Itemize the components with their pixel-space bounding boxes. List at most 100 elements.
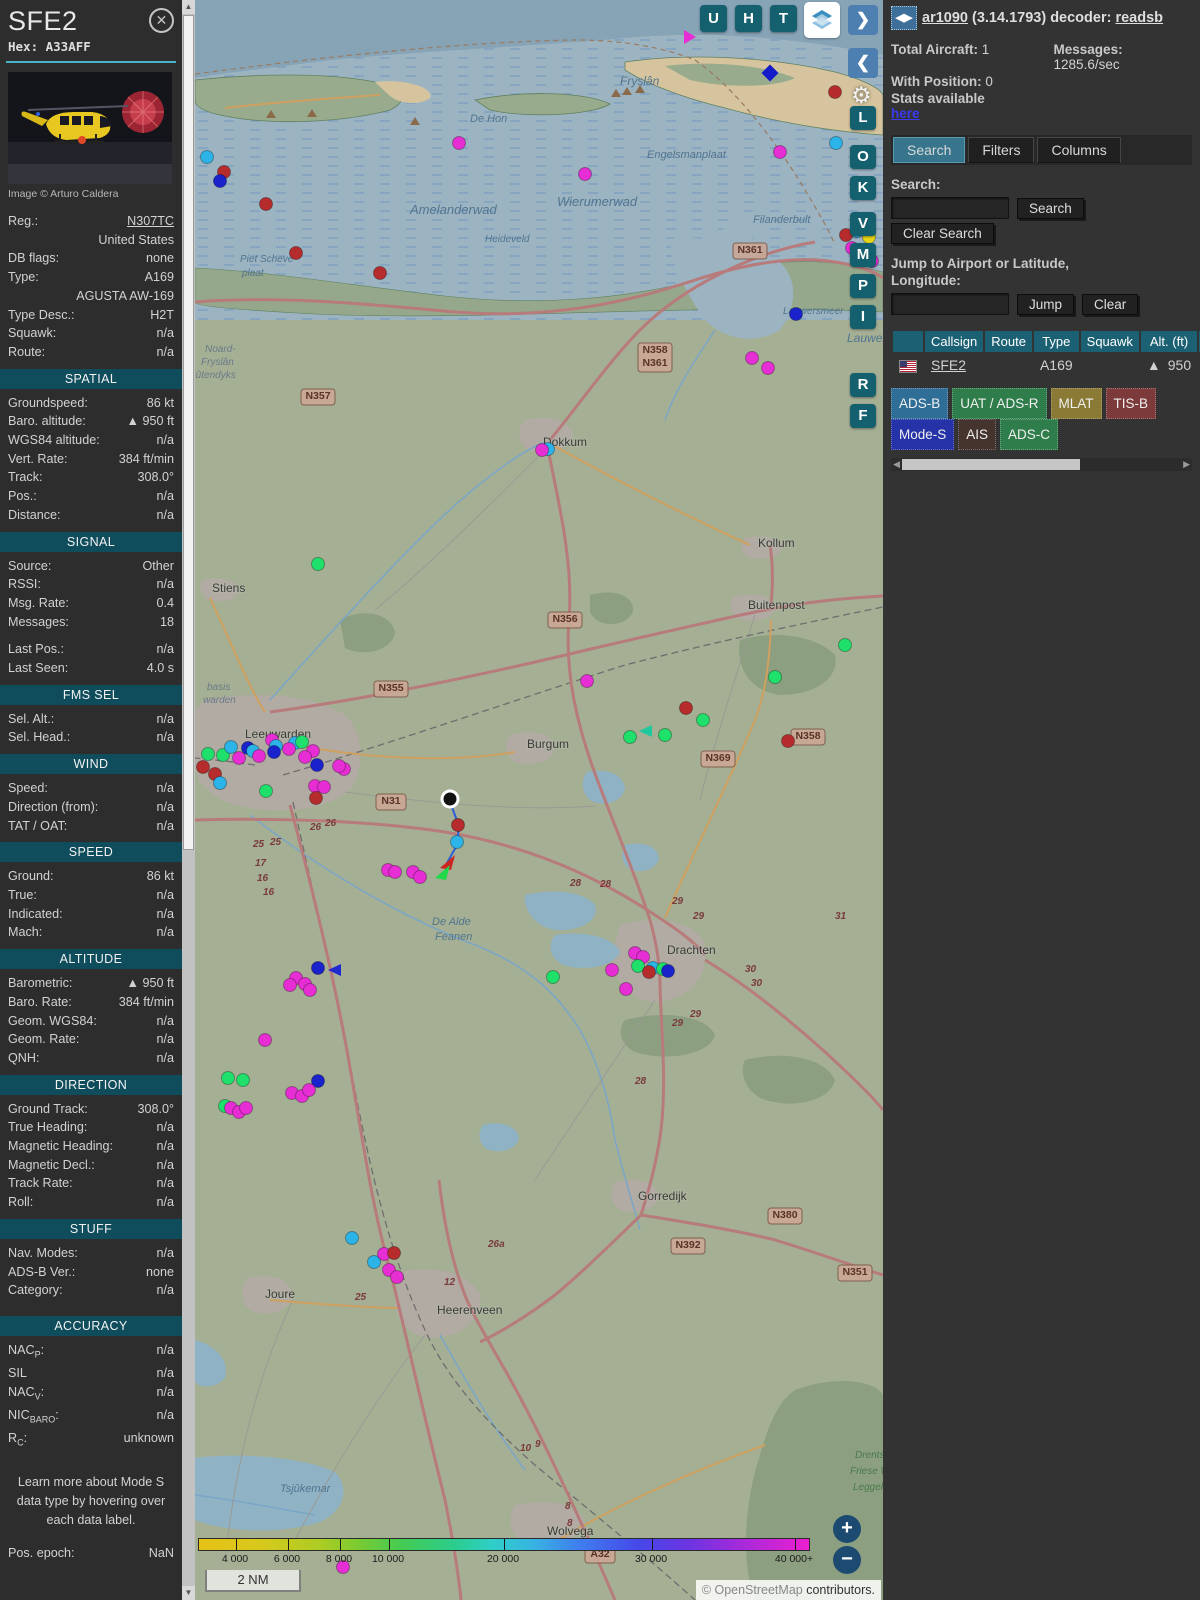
- settings-gear-icon[interactable]: ⚙: [851, 82, 872, 109]
- scrollbar-thumb[interactable]: [183, 15, 194, 850]
- aircraft-dot[interactable]: [679, 701, 693, 715]
- readsb-link[interactable]: readsb: [1115, 10, 1163, 26]
- aircraft-dot[interactable]: [258, 1033, 272, 1047]
- aircraft-dot[interactable]: [310, 758, 324, 772]
- selected-aircraft-marker[interactable]: [443, 792, 457, 806]
- aircraft-dot[interactable]: [252, 749, 266, 763]
- hscroll-thumb[interactable]: [902, 459, 1080, 470]
- scroll-up-icon[interactable]: ▲: [182, 0, 195, 14]
- aircraft-dot[interactable]: [213, 174, 227, 188]
- aircraft-dot[interactable]: [578, 167, 592, 181]
- aircraft-dot[interactable]: [317, 780, 331, 794]
- aircraft-dot[interactable]: [838, 638, 852, 652]
- aircraft-dot[interactable]: [450, 835, 464, 849]
- aircraft-dot[interactable]: [619, 982, 633, 996]
- aircraft-dot[interactable]: [267, 745, 281, 759]
- zoom-in-button[interactable]: +: [833, 1515, 861, 1543]
- callsign-link[interactable]: SFE2: [931, 357, 966, 373]
- panel-collapse-icon[interactable]: ◀▶: [891, 6, 917, 30]
- scroll-right-icon[interactable]: ▶: [1183, 458, 1190, 471]
- map-toggle-button-p[interactable]: P: [850, 274, 876, 298]
- aircraft-dot[interactable]: [302, 1083, 316, 1097]
- aircraft-dot[interactable]: [282, 742, 296, 756]
- stats-here-link[interactable]: here: [891, 106, 1054, 121]
- layers-button[interactable]: [804, 2, 840, 38]
- scroll-down-icon[interactable]: ▼: [182, 1586, 195, 1600]
- jump-button[interactable]: Jump: [1017, 293, 1075, 315]
- aircraft-dot[interactable]: [390, 1270, 404, 1284]
- jump-input[interactable]: [891, 293, 1009, 315]
- table-column-header[interactable]: Type: [1033, 331, 1079, 352]
- close-icon[interactable]: ✕: [149, 8, 174, 33]
- table-column-header[interactable]: Route: [985, 331, 1032, 352]
- aircraft-dot[interactable]: [345, 1231, 359, 1245]
- aircraft-dot[interactable]: [387, 1246, 401, 1260]
- aircraft-dot[interactable]: [789, 307, 803, 321]
- data-row-value[interactable]: N307TC: [127, 212, 174, 231]
- map-toggle-button-i[interactable]: I: [850, 305, 876, 329]
- table-horizontal-scrollbar[interactable]: ◀ ▶: [891, 458, 1192, 471]
- tab-search[interactable]: Search: [893, 137, 966, 163]
- osm-attribution-link[interactable]: © OpenStreetMap: [702, 1583, 803, 1597]
- tab-filters[interactable]: Filters: [968, 137, 1035, 163]
- aircraft-dot[interactable]: [332, 759, 346, 773]
- aircraft-dot[interactable]: [761, 361, 775, 375]
- aircraft-dot[interactable]: [311, 961, 325, 975]
- map-toggle-button-l[interactable]: L: [850, 106, 876, 130]
- aircraft-dot[interactable]: [283, 978, 297, 992]
- search-input[interactable]: [891, 197, 1009, 219]
- aircraft-dot[interactable]: [236, 1073, 250, 1087]
- map-toggle-button-m[interactable]: M: [850, 243, 876, 267]
- aircraft-dot[interactable]: [289, 246, 303, 260]
- aircraft-dot[interactable]: [311, 557, 325, 571]
- aircraft-dot[interactable]: [373, 266, 387, 280]
- aircraft-dot[interactable]: [388, 865, 402, 879]
- scroll-left-icon[interactable]: ◀: [893, 458, 900, 471]
- jump-clear-button[interactable]: Clear: [1082, 293, 1139, 315]
- aircraft-dot[interactable]: [546, 970, 560, 984]
- aircraft-dot[interactable]: [298, 750, 312, 764]
- aircraft-dot[interactable]: [303, 983, 317, 997]
- table-column-header[interactable]: Squawk: [1080, 331, 1139, 352]
- aircraft-dot[interactable]: [259, 784, 273, 798]
- aircraft-dot[interactable]: [781, 734, 795, 748]
- aircraft-dot[interactable]: [580, 674, 594, 688]
- collapse-left-button[interactable]: ❮: [848, 48, 878, 78]
- aircraft-dot[interactable]: [259, 197, 273, 211]
- aircraft-dot[interactable]: [535, 443, 549, 457]
- table-row[interactable]: SFE2 A169 ▲ 950: [893, 354, 1200, 376]
- aircraft-dot[interactable]: [451, 818, 465, 832]
- aircraft-dot[interactable]: [232, 751, 246, 765]
- aircraft-dot[interactable]: [829, 136, 843, 150]
- table-column-header[interactable]: [893, 331, 923, 352]
- map-toggle-button-r[interactable]: R: [850, 373, 876, 397]
- aircraft-dot[interactable]: [224, 740, 238, 754]
- map-button-u[interactable]: U: [700, 5, 727, 32]
- aircraft-dot[interactable]: [658, 728, 672, 742]
- aircraft-dot[interactable]: [605, 963, 619, 977]
- aircraft-dot[interactable]: [239, 1101, 253, 1115]
- aircraft-dot[interactable]: [661, 964, 675, 978]
- tab-columns[interactable]: Columns: [1037, 137, 1121, 163]
- aircraft-dot[interactable]: [295, 735, 309, 749]
- aircraft-dot[interactable]: [828, 85, 842, 99]
- aircraft-dot[interactable]: [213, 776, 227, 790]
- aircraft-dot[interactable]: [200, 150, 214, 164]
- aircraft-dot[interactable]: [221, 1071, 235, 1085]
- map-toggle-button-o[interactable]: O: [850, 145, 876, 169]
- aircraft-dot[interactable]: [696, 713, 710, 727]
- aircraft-dot[interactable]: [745, 351, 759, 365]
- search-button[interactable]: Search: [1017, 197, 1084, 219]
- aircraft-dot[interactable]: [642, 965, 656, 979]
- aircraft-dot[interactable]: [309, 791, 323, 805]
- table-column-header[interactable]: Alt. (ft): [1140, 331, 1198, 352]
- map-toggle-button-f[interactable]: F: [850, 404, 876, 428]
- table-column-header[interactable]: Callsign: [925, 331, 984, 352]
- map-canvas[interactable]: Dokkum Stiens Kollum Buitenpost Leeuwarden Bu…: [195, 0, 883, 1600]
- zoom-out-button[interactable]: −: [833, 1546, 861, 1574]
- aircraft-dot[interactable]: [768, 670, 782, 684]
- aircraft-dot[interactable]: [623, 730, 637, 744]
- aircraft-dot[interactable]: [201, 747, 215, 761]
- map-toggle-button-v[interactable]: V: [850, 212, 876, 236]
- map-toggle-button-k[interactable]: K: [850, 176, 876, 200]
